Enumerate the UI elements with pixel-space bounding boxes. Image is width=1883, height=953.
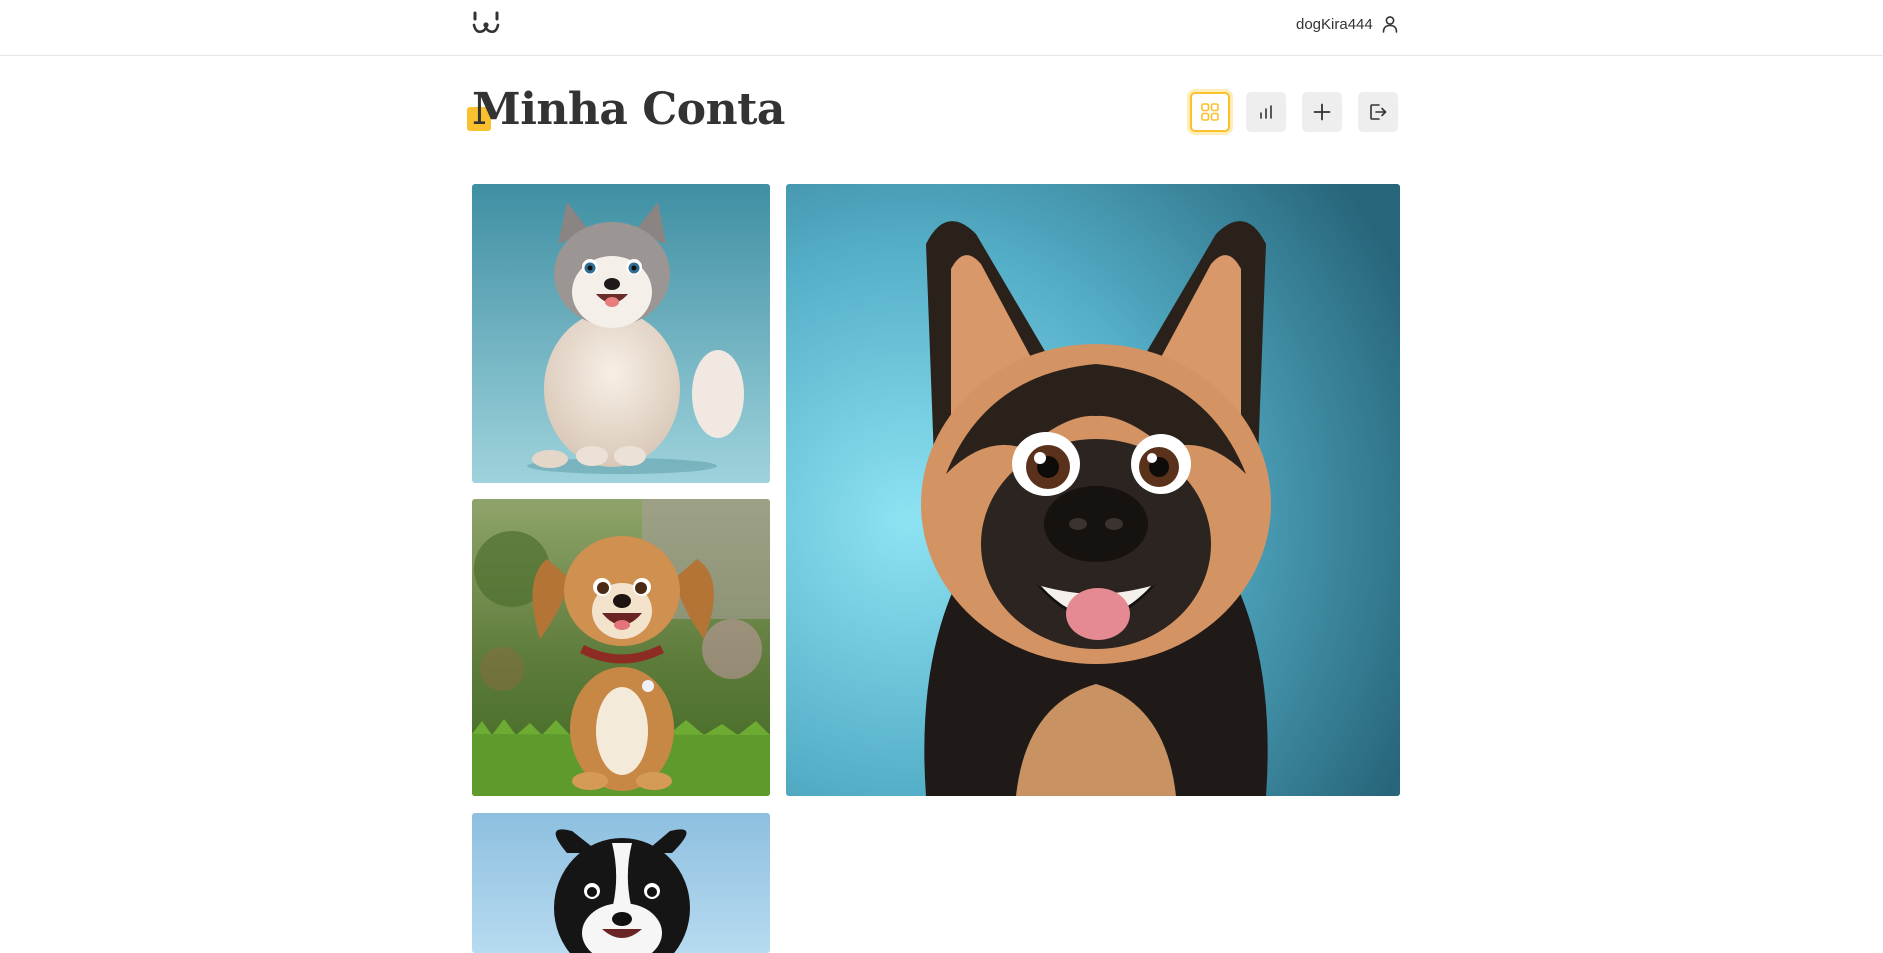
dog-face-logo-icon[interactable]	[472, 10, 500, 36]
user-menu[interactable]: dogKira444	[1296, 13, 1399, 35]
logout-icon	[1370, 104, 1387, 120]
page-header: Minha Conta	[467, 80, 892, 140]
feed-grid-button[interactable]	[1190, 92, 1230, 132]
plus-icon	[1313, 103, 1331, 121]
account-toolbar	[1190, 92, 1398, 132]
page-title: Minha Conta	[472, 84, 785, 135]
feed-photo-husky-puppy[interactable]	[472, 184, 770, 483]
top-navigation-bar	[0, 0, 1883, 56]
add-photo-button[interactable]	[1302, 92, 1342, 132]
username-label[interactable]: dogKira444	[1296, 16, 1373, 33]
user-icon[interactable]	[1381, 15, 1399, 33]
feed-photo-border-collie[interactable]	[472, 813, 770, 953]
logout-button[interactable]	[1358, 92, 1398, 132]
feed-photo-brown-puppy[interactable]	[472, 499, 770, 796]
feed-photo-german-shepherd[interactable]	[786, 184, 1400, 796]
statistics-button[interactable]	[1246, 92, 1286, 132]
bar-chart-icon	[1260, 105, 1272, 119]
grid-icon	[1201, 103, 1219, 121]
